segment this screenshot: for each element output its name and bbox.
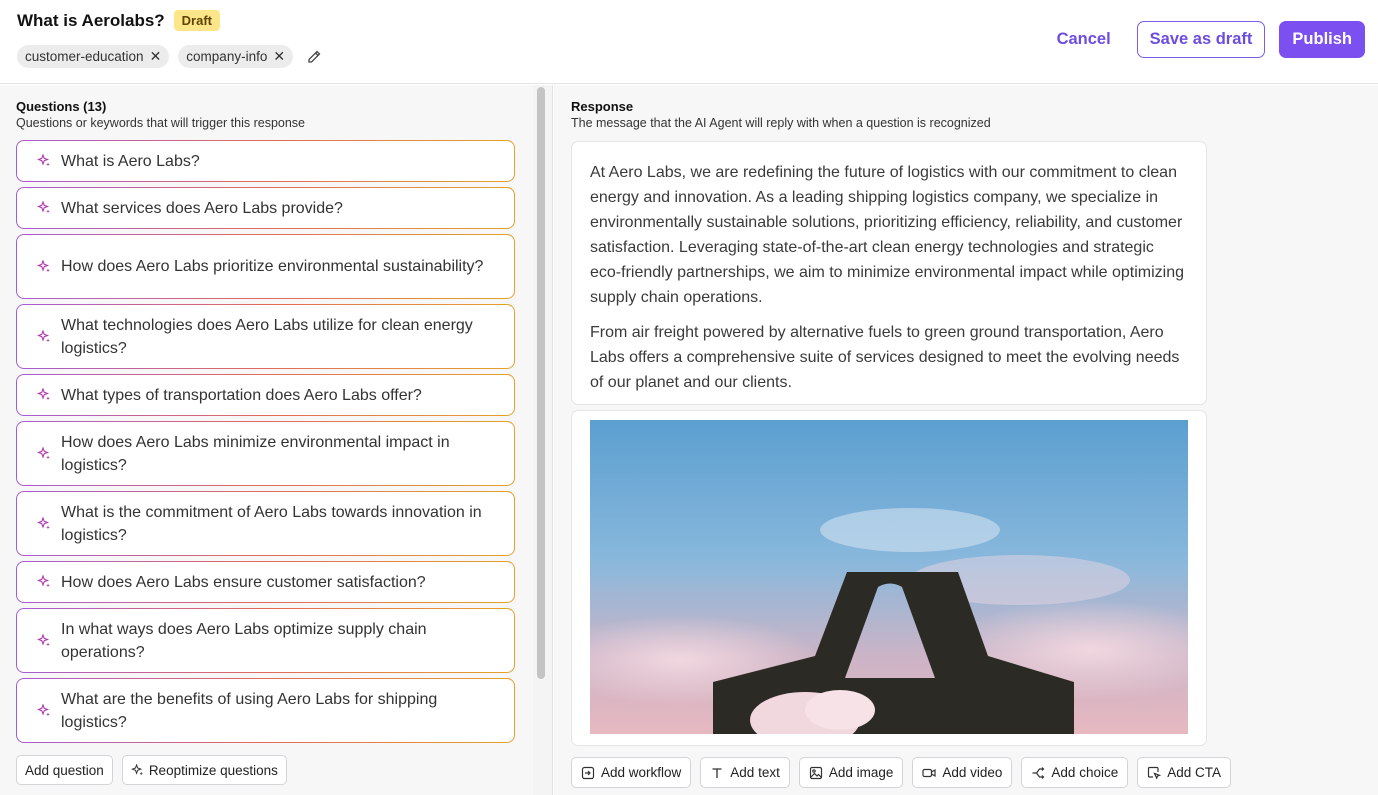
response-title: Response: [571, 99, 634, 114]
publish-button[interactable]: Publish: [1279, 21, 1365, 58]
reoptimize-label: Reoptimize questions: [148, 762, 278, 778]
tag-label: company-info: [186, 49, 268, 64]
add-workflow-label: Add workflow: [601, 765, 682, 780]
text-icon: [712, 767, 722, 778]
question-item[interactable]: What is Aero Labs?: [16, 140, 515, 182]
status-badge: Draft: [173, 10, 221, 31]
response-add-actions: Add workflow Add text Add image Add vide…: [571, 757, 1231, 788]
sparkle-icon: [37, 575, 50, 588]
questions-panel: Questions (13) Questions or keywords tha…: [0, 85, 533, 795]
questions-scrollbar[interactable]: [533, 85, 553, 795]
sparkle-icon: [130, 763, 143, 775]
sparkle-icon: [37, 703, 50, 716]
tag-chip: customer-education ✕: [17, 45, 170, 68]
question-item[interactable]: How does Aero Labs prioritize environmen…: [16, 234, 515, 299]
tag-label: customer-education: [25, 49, 144, 64]
question-text: What services does Aero Labs provide?: [61, 199, 343, 217]
add-cta-button[interactable]: Add CTA: [1137, 757, 1231, 788]
header: What is Aerolabs? Draft customer-educati…: [0, 0, 1378, 84]
sparkle-icon: [37, 329, 50, 342]
workflow-icon: [581, 766, 595, 779]
reoptimize-questions-button[interactable]: Reoptimize questions: [121, 755, 287, 785]
question-actions: Add question Reoptimize questions: [16, 755, 287, 785]
question-list: What is Aero Labs? What services does Ae…: [16, 140, 515, 748]
question-item[interactable]: What is the commitment of Aero Labs towa…: [16, 491, 515, 556]
response-paragraph: From air freight powered by alternative …: [590, 324, 1180, 391]
response-image: [590, 420, 1188, 734]
scrollbar-thumb[interactable]: [537, 87, 545, 679]
title-row: What is Aerolabs? Draft: [17, 10, 221, 31]
add-image-button[interactable]: Add image: [798, 757, 904, 788]
tag-list: customer-education ✕ company-info ✕: [17, 45, 322, 68]
cta-icon: [1148, 766, 1162, 780]
remove-tag-icon[interactable]: ✕: [273, 48, 285, 65]
question-text: What are the benefits of using Aero Labs…: [61, 690, 438, 731]
question-item[interactable]: In what ways does Aero Labs optimize sup…: [16, 608, 515, 673]
question-text: In what ways does Aero Labs optimize sup…: [61, 620, 427, 661]
sparkle-icon: [37, 201, 50, 214]
choice-icon: [1032, 766, 1045, 779]
question-text: What is Aero Labs?: [61, 152, 200, 170]
tag-chip: company-info ✕: [178, 45, 294, 68]
question-text: How does Aero Labs prioritize environmen…: [61, 258, 484, 275]
questions-title: Questions (13): [16, 99, 107, 114]
sparkle-icon: [37, 633, 50, 646]
aerolabs-logo-image: [590, 420, 1188, 734]
question-text: How does Aero Labs minimize environmenta…: [61, 433, 450, 474]
image-icon: [809, 766, 822, 779]
question-item[interactable]: What technologies does Aero Labs utilize…: [16, 304, 515, 369]
remove-tag-icon[interactable]: ✕: [150, 48, 162, 65]
page-title: What is Aerolabs?: [17, 10, 165, 30]
add-workflow-button[interactable]: Add workflow: [571, 757, 692, 788]
add-image-label: Add image: [828, 765, 894, 780]
add-video-button[interactable]: Add video: [912, 757, 1013, 788]
add-text-button[interactable]: Add text: [700, 757, 790, 788]
cancel-button[interactable]: Cancel: [1045, 21, 1123, 58]
questions-subtitle: Questions or keywords that will trigger …: [16, 116, 306, 130]
add-cta-label: Add CTA: [1167, 765, 1221, 780]
response-panel: Response The message that the AI Agent w…: [554, 85, 1378, 795]
response-text-block[interactable]: At Aero Labs, we are redefining the futu…: [571, 141, 1207, 405]
edit-pencil-icon[interactable]: [306, 49, 322, 65]
question-text: What technologies does Aero Labs utilize…: [61, 316, 473, 357]
question-item[interactable]: What types of transportation does Aero L…: [16, 374, 515, 416]
sparkle-icon: [37, 259, 50, 272]
add-video-label: Add video: [942, 765, 1003, 780]
add-question-label: Add question: [25, 762, 104, 778]
question-text: How does Aero Labs ensure customer satis…: [61, 573, 426, 591]
add-choice-label: Add choice: [1051, 765, 1119, 780]
sparkle-icon: [37, 154, 50, 167]
question-text: What types of transportation does Aero L…: [61, 386, 422, 404]
save-as-draft-button[interactable]: Save as draft: [1136, 21, 1266, 58]
question-item[interactable]: What services does Aero Labs provide?: [16, 187, 515, 229]
question-item[interactable]: How does Aero Labs minimize environmenta…: [16, 421, 515, 486]
add-choice-button[interactable]: Add choice: [1021, 757, 1129, 788]
sparkle-icon: [37, 388, 50, 401]
add-text-label: Add text: [730, 765, 780, 780]
header-actions: Cancel Save as draft Publish: [1045, 21, 1365, 58]
question-item[interactable]: What are the benefits of using Aero Labs…: [16, 678, 515, 743]
question-text: What is the commitment of Aero Labs towa…: [61, 503, 482, 544]
response-subtitle: The message that the AI Agent will reply…: [571, 116, 991, 130]
response-image-block[interactable]: [571, 410, 1207, 746]
video-icon: [922, 768, 936, 777]
add-question-button[interactable]: Add question: [16, 755, 113, 785]
sparkle-icon: [37, 446, 50, 459]
response-paragraph: At Aero Labs, we are redefining the futu…: [590, 164, 1185, 306]
sparkle-icon: [37, 516, 50, 529]
question-item[interactable]: How does Aero Labs ensure customer satis…: [16, 561, 515, 603]
